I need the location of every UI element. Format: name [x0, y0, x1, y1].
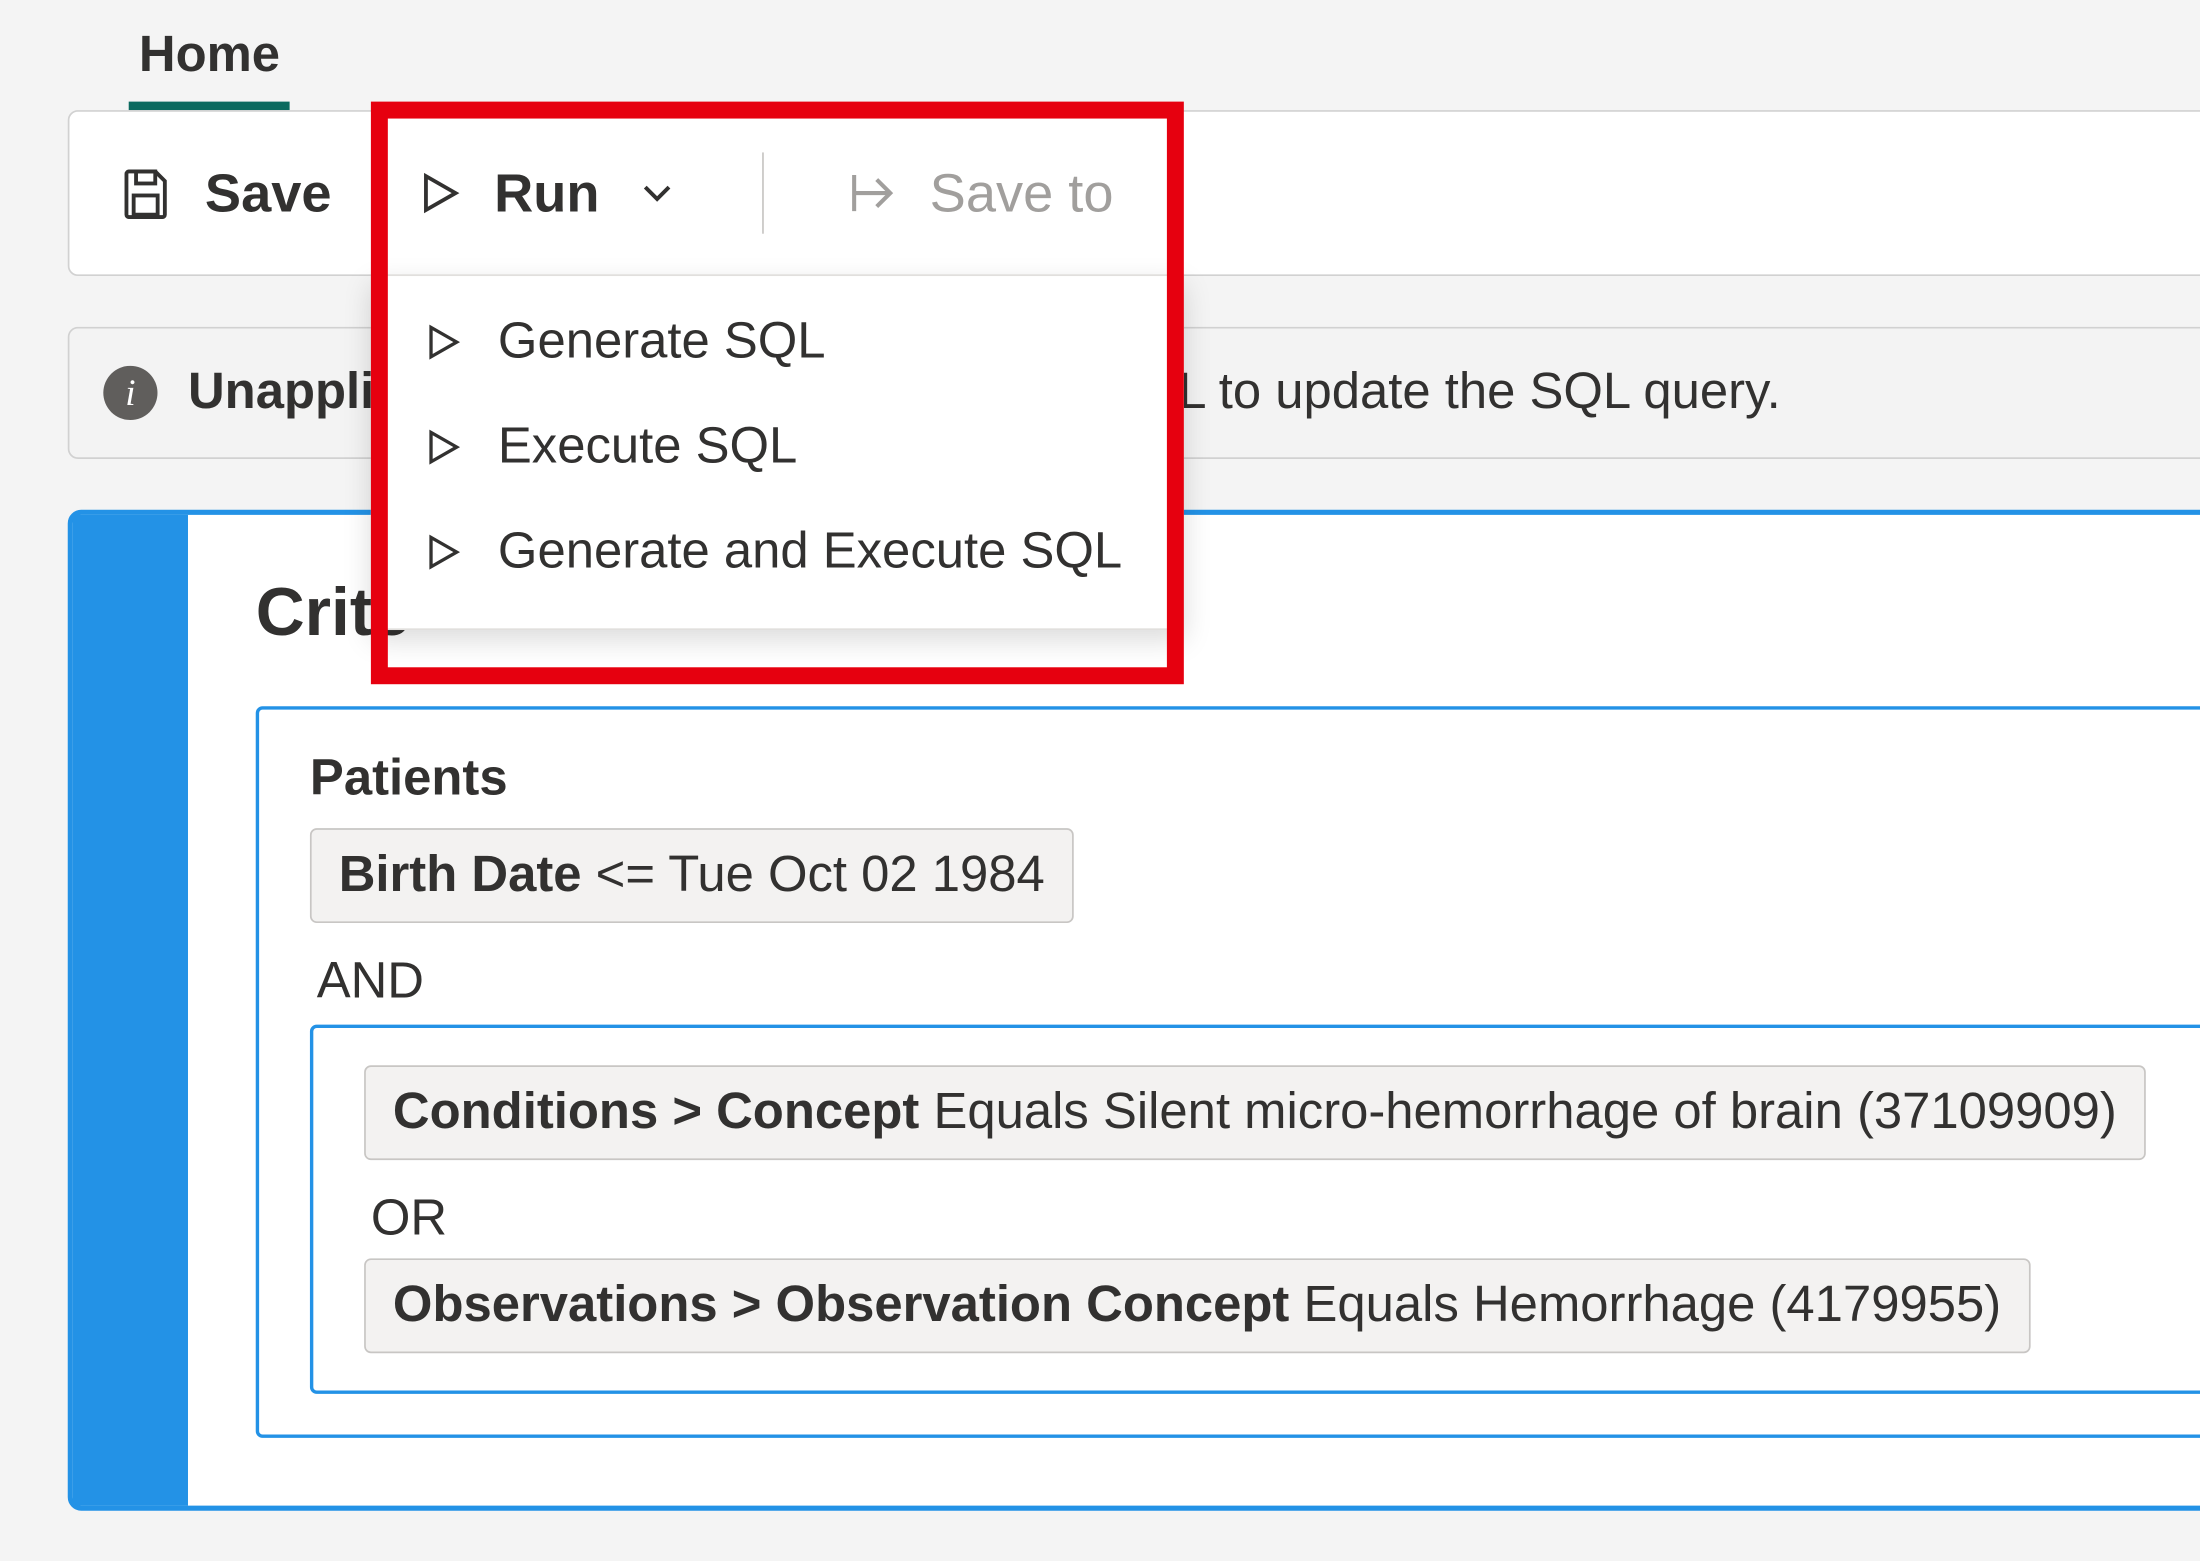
play-icon	[420, 530, 464, 574]
save-icon	[117, 164, 175, 222]
criteria-chip-condition-concept[interactable]: Conditions > Concept Equals Silent micro…	[364, 1065, 2146, 1160]
toolbar-divider	[762, 152, 764, 233]
play-icon	[420, 320, 464, 364]
run-button[interactable]: Run	[413, 162, 681, 225]
run-menu-generate-sql[interactable]: Generate SQL	[373, 290, 1183, 395]
menu-item-label: Generate and Execute SQL	[498, 523, 1122, 581]
chip-value: Silent micro-hemorrhage of brain (371099…	[1103, 1084, 2117, 1140]
save-to-label: Save to	[930, 162, 1114, 225]
run-menu: Generate SQL Execute SQL Generate and Ex…	[371, 274, 1184, 630]
run-menu-execute-sql[interactable]: Execute SQL	[373, 395, 1183, 500]
logical-and: AND	[317, 954, 2200, 1012]
chip-op: Equals	[1303, 1277, 1458, 1333]
chevron-down-icon	[633, 169, 680, 216]
panel-accent	[73, 515, 188, 1506]
criteria-chip-birthdate[interactable]: Birth Date <= Tue Oct 02 1984	[310, 828, 1074, 923]
save-button[interactable]: Save	[117, 162, 332, 225]
toolbar: Save Run	[68, 110, 2200, 276]
criteria-panel: Crite	[68, 510, 2200, 1511]
query-sub-group: Conditions > Concept Equals Silent micro…	[310, 1025, 2200, 1394]
chip-value: Tue Oct 02 1984	[668, 847, 1045, 903]
run-button-label: Run	[494, 162, 599, 225]
info-text-rest: L to update the SQL query.	[1178, 364, 1781, 422]
save-to-icon	[845, 166, 899, 220]
menu-item-label: Execute SQL	[498, 418, 797, 476]
chip-field: Birth Date	[339, 847, 582, 903]
save-to-button: Save to	[845, 162, 1113, 225]
menu-item-label: Generate SQL	[498, 313, 826, 371]
chip-op: Equals	[933, 1084, 1088, 1140]
play-icon	[420, 425, 464, 469]
tab-home[interactable]: Home	[129, 14, 291, 111]
chip-field: Observations > Observation Concept	[393, 1277, 1289, 1333]
run-menu-generate-execute-sql[interactable]: Generate and Execute SQL	[373, 500, 1183, 605]
chip-op: <=	[596, 847, 655, 903]
logical-or: OR	[371, 1191, 2200, 1249]
save-button-label: Save	[205, 162, 332, 225]
query-root-group: Patients Birth Date <= Tue Oct 02 1984 A…	[256, 706, 2200, 1438]
chip-field: Conditions > Concept	[393, 1084, 919, 1140]
play-icon	[413, 168, 464, 219]
tab-bar: Home	[68, 0, 2200, 110]
criteria-chip-observation-concept[interactable]: Observations > Observation Concept Equal…	[364, 1258, 2030, 1353]
chip-value: Hemorrhage (4179955)	[1473, 1277, 2001, 1333]
info-icon: i	[103, 366, 157, 420]
query-section-label: Patients	[310, 750, 2200, 808]
